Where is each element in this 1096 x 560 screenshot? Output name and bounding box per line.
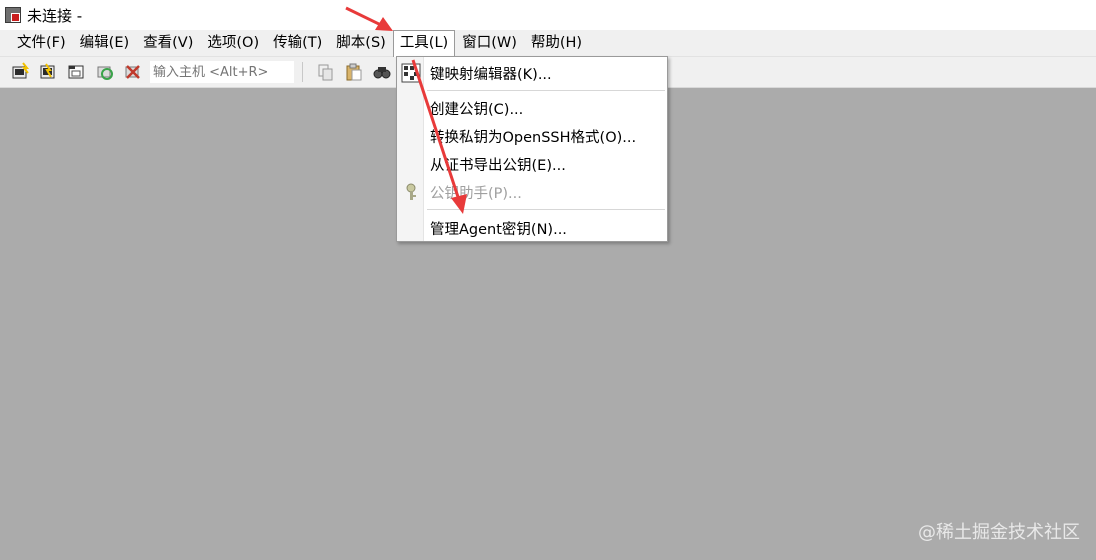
watermark: @稀土掘金技术社区	[918, 522, 1080, 543]
annotation-arrows	[345, 6, 467, 214]
arrow-to-tools-menu	[345, 6, 393, 31]
arrow-to-manage-agent-keys	[411, 59, 467, 214]
